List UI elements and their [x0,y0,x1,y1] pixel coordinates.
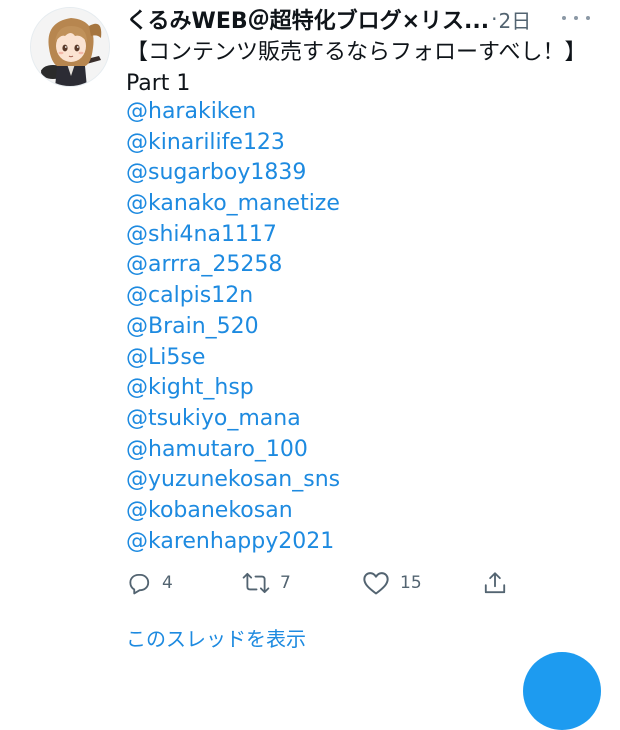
mention-link[interactable]: @yuzunekosan_sns [126,465,546,496]
separator-dot: · [491,7,498,31]
mention-link[interactable]: @sugarboy1839 [126,158,546,189]
more-horizontal-icon [562,16,566,20]
mention-list: @harakiken @kinarilife123 @sugarboy1839 … [126,97,546,557]
author-name[interactable]: くるみWEB＠超特化ブログ×リス... [126,3,489,35]
mention-link[interactable]: @kinarilife123 [126,128,546,159]
tweet-timestamp[interactable]: 2日 [499,5,532,34]
reply-button[interactable]: 4 [126,567,173,599]
share-button[interactable] [482,567,508,599]
mention-link[interactable]: @karenhappy2021 [126,527,546,558]
avatar-illustration [31,8,109,86]
show-thread-link[interactable]: このスレッドを表示 [126,623,306,652]
more-options-button[interactable] [562,8,590,28]
mention-link[interactable]: @harakiken [126,97,546,128]
tweet-action-bar: 4 7 15 [126,567,526,599]
retweet-count: 7 [280,573,291,593]
like-button[interactable]: 15 [362,567,422,599]
like-count: 15 [400,573,422,593]
mention-link[interactable]: @tsukiyo_mana [126,404,546,435]
mention-link[interactable]: @Li5se [126,343,546,374]
mention-link[interactable]: @kanako_manetize [126,189,546,220]
tweet-text: 【コンテンツ販売するならフォローすべし！】Part 1 [126,40,576,96]
more-horizontal-icon-dot [586,16,590,20]
mention-link[interactable]: @shi4na1117 [126,220,546,251]
mention-link[interactable]: @kight_hsp [126,373,546,404]
reply-count: 4 [162,573,173,593]
reply-icon [129,573,150,595]
more-horizontal-icon-dot [574,16,578,20]
retweet-button[interactable]: 7 [242,567,291,599]
mention-link[interactable]: @calpis12n [126,281,546,312]
mention-link[interactable]: @hamutaro_100 [126,435,546,466]
compose-fab-button[interactable] [523,652,601,730]
author-avatar[interactable] [30,7,110,87]
mention-link[interactable]: @kobanekosan [126,496,546,527]
retweet-icon [242,572,270,594]
heart-icon [363,572,389,595]
mention-link[interactable]: @Brain_520 [126,312,546,343]
mention-link[interactable]: @arrra_25258 [126,250,546,281]
share-icon [484,572,506,594]
tweet-header: くるみWEB＠超特化ブログ×リス... · 2日 [126,3,606,35]
